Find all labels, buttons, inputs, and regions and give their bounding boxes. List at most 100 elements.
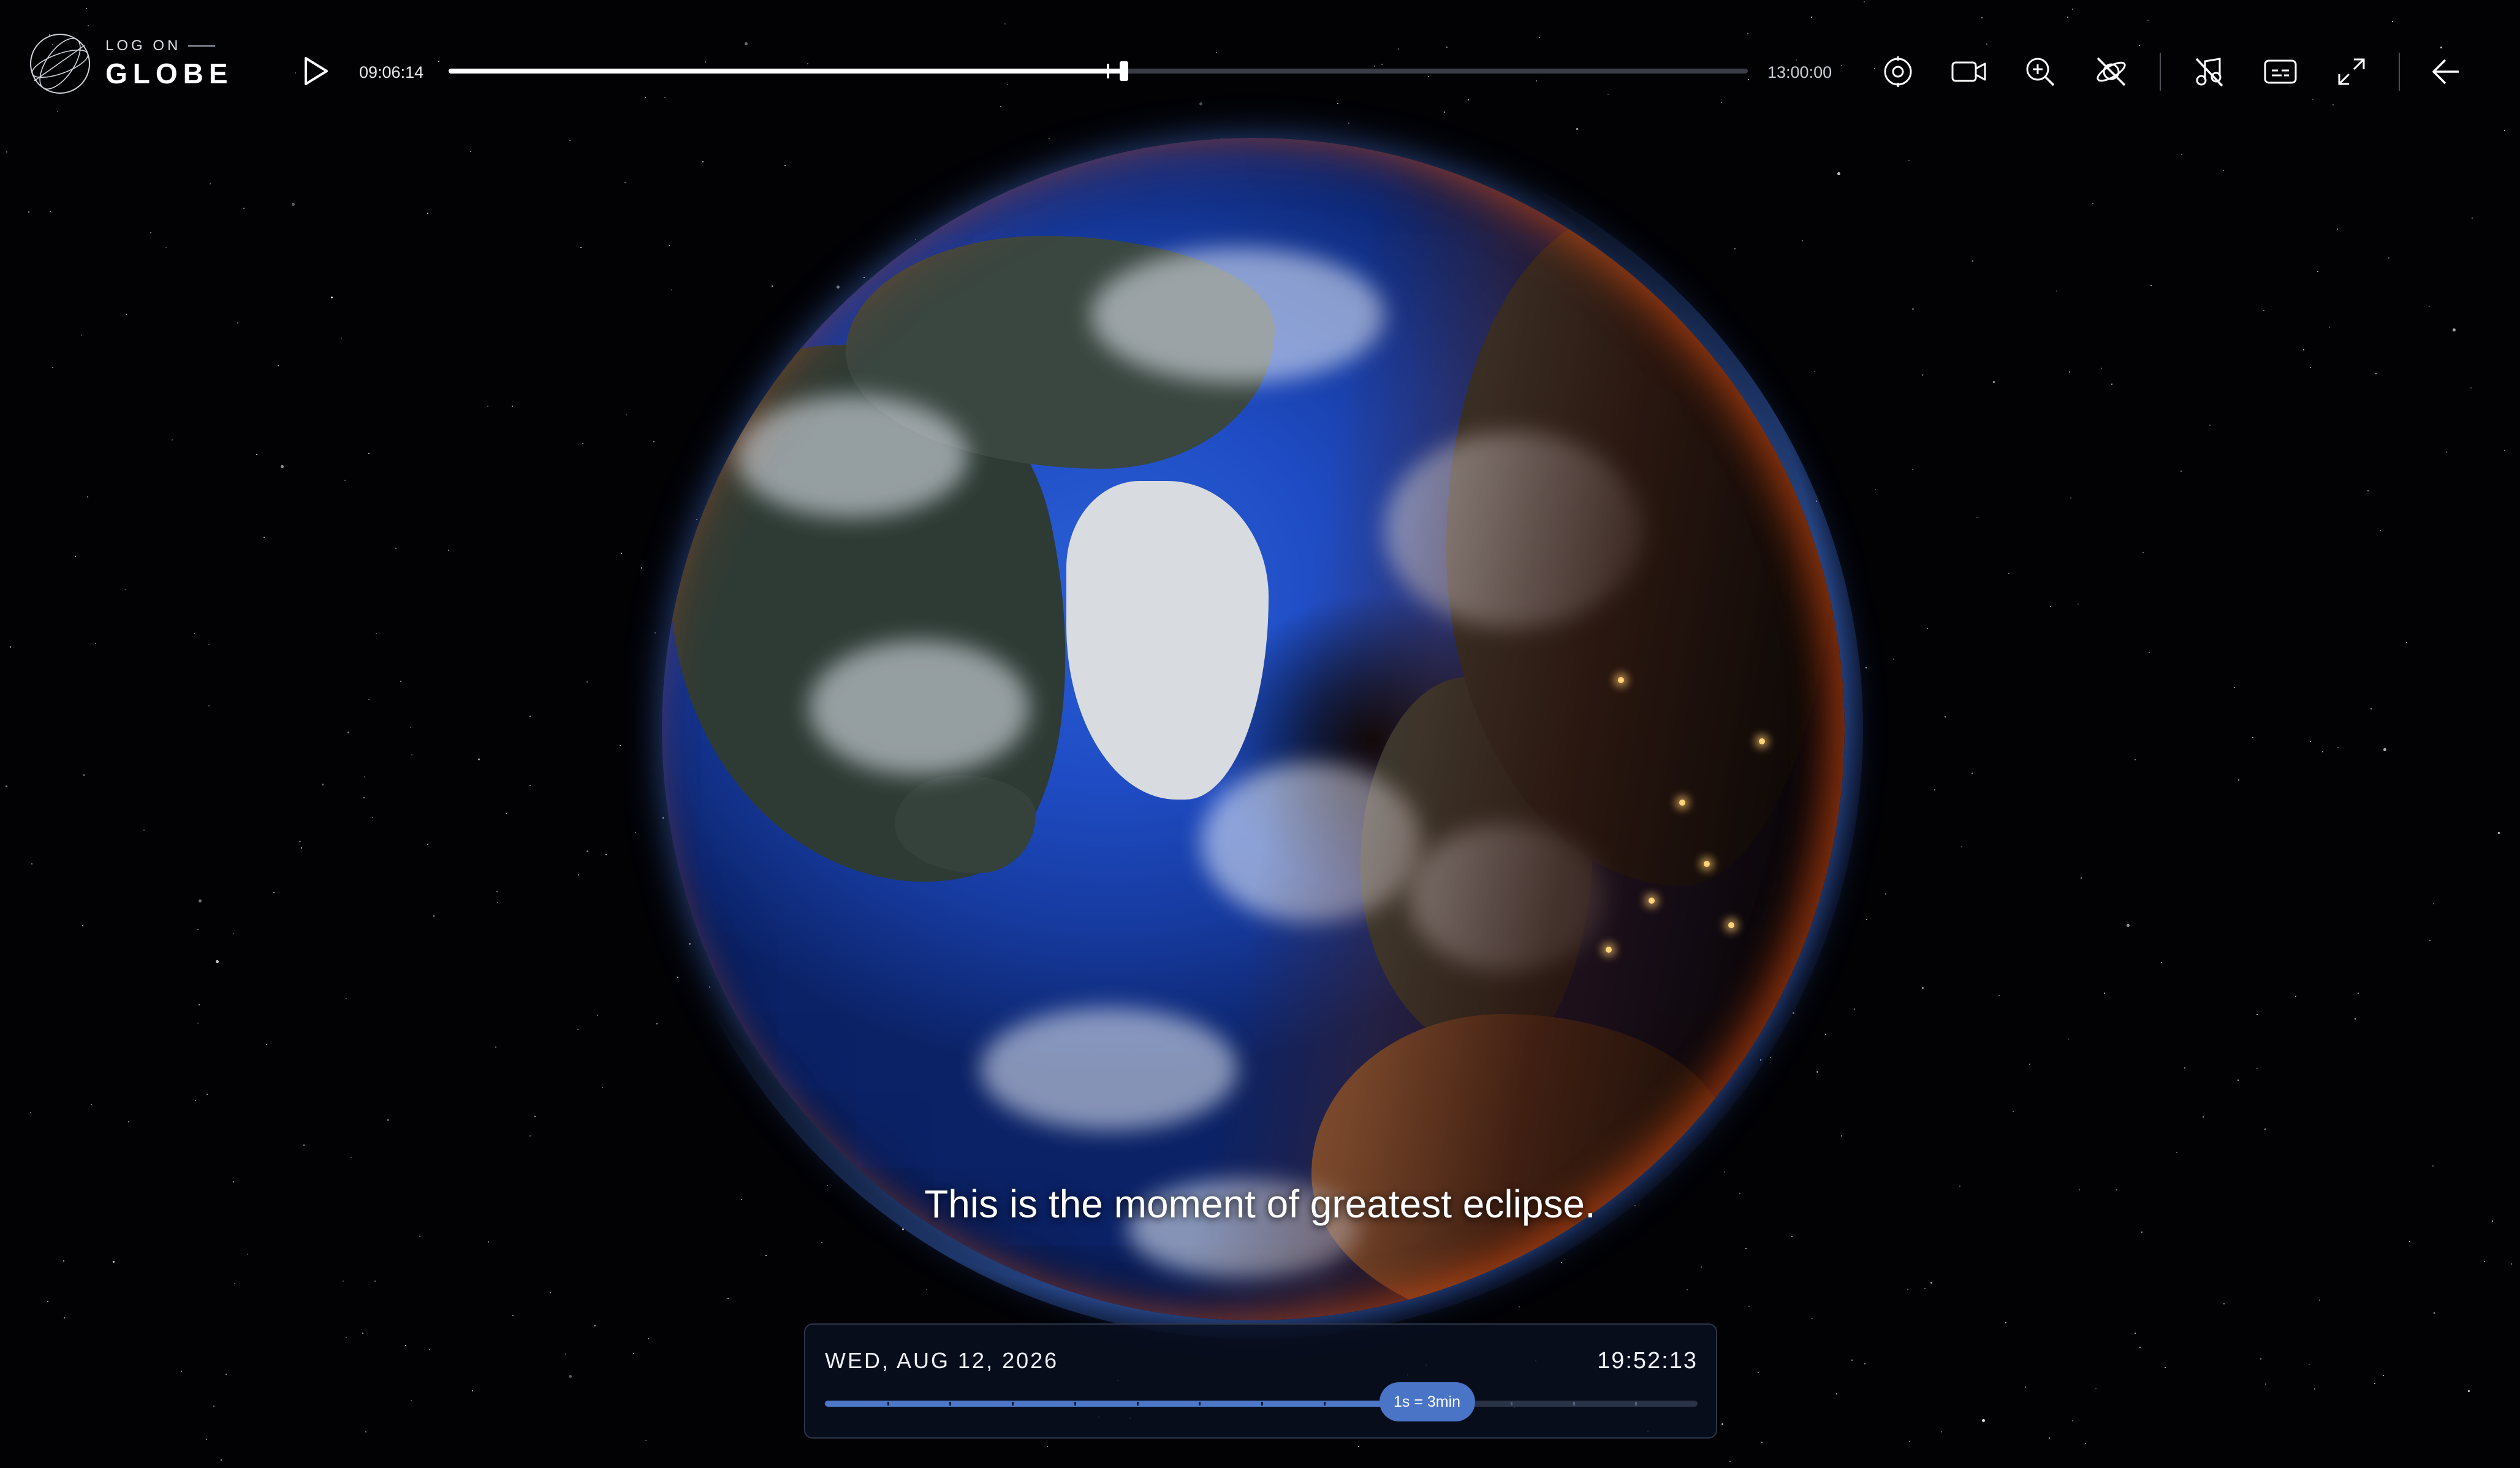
star [2322,751,2323,752]
star [2264,1129,2266,1130]
recenter-button[interactable] [1877,50,1919,93]
star [2374,1383,2375,1384]
star [374,1281,376,1282]
star [299,841,301,842]
star [292,203,295,206]
video-camera-icon [1951,61,1986,82]
star [64,1317,65,1319]
star [365,1431,366,1432]
star [237,322,238,323]
star [1922,374,1923,376]
star [273,892,275,893]
fullscreen-button[interactable] [2330,50,2373,93]
satellite-toggle-button[interactable] [2090,50,2133,93]
star [372,817,373,818]
star [512,1315,514,1316]
star [2472,218,2473,219]
star [2127,924,2130,927]
zoom-button[interactable] [2019,50,2062,93]
star [2432,1165,2434,1167]
progress-knob[interactable] [1120,61,1129,81]
star [2081,877,2082,879]
star [512,406,513,407]
star [368,699,370,700]
scrubber-tick [887,1402,889,1406]
star [343,1281,344,1282]
star [363,797,365,798]
back-button[interactable] [2424,50,2467,93]
star [2380,530,2381,531]
progress-marker [1107,64,1110,78]
star [181,1371,182,1372]
star [411,1400,412,1401]
star [2337,229,2338,230]
star [1927,628,1928,629]
star [602,1087,603,1088]
star [347,732,349,733]
star [2511,1263,2512,1265]
star [621,553,622,554]
star [2388,257,2389,259]
scrubber-tick [949,1402,952,1406]
star [1758,1372,1759,1373]
star [1836,1393,1837,1394]
speed-handle[interactable]: 1s = 3min [1379,1382,1475,1421]
playback-progress-bar[interactable] [449,61,1748,81]
camera-button[interactable] [1948,50,1991,93]
star [605,854,607,855]
star [82,925,83,926]
star [1961,846,1962,847]
star [578,874,579,876]
star [210,183,211,184]
scrubber-tick [1136,1402,1139,1406]
star [1941,1431,1942,1432]
star [221,1459,222,1461]
star [247,1254,248,1255]
city-light [1759,738,1765,744]
star [2310,367,2311,368]
star [165,247,167,248]
star [496,891,498,892]
star [2265,1383,2266,1385]
star [419,1236,420,1237]
star [278,365,279,366]
star [2337,747,2339,748]
music-toggle-button[interactable] [2188,50,2231,93]
star [2013,1111,2014,1112]
toolbar-divider [2160,53,2161,91]
star [281,465,284,468]
scrubber-fill [825,1401,1427,1407]
star [2383,1375,2384,1376]
star [113,1261,115,1263]
star [2203,1116,2204,1118]
star [2085,1443,2086,1444]
star [2453,328,2456,331]
star [2025,1387,2026,1388]
scrubber-tick [1573,1402,1575,1406]
star [586,850,588,852]
captions-button[interactable] [2259,50,2302,93]
play-icon [305,57,328,85]
star [472,1390,473,1391]
star [1866,919,1867,920]
earth-globe[interactable] [643,119,1863,1339]
star [351,1157,352,1158]
city-light [1704,861,1710,867]
time-scrubber[interactable] [825,1401,1698,1407]
star [624,182,626,183]
star [405,1345,406,1346]
city-light [1606,947,1612,953]
star [195,1100,196,1101]
globe-surface [662,138,1845,1320]
scrubber-tick [1261,1402,1263,1406]
star [2029,1064,2030,1065]
zoom-in-icon [2026,58,2055,86]
city-light [1649,898,1655,904]
star [2209,425,2211,426]
app-logo[interactable]: LOG ON GLOBE [28,32,233,96]
star [2184,1067,2185,1069]
play-button[interactable] [299,54,333,88]
star [620,745,621,746]
star [213,1406,214,1407]
star [1761,1442,1763,1443]
